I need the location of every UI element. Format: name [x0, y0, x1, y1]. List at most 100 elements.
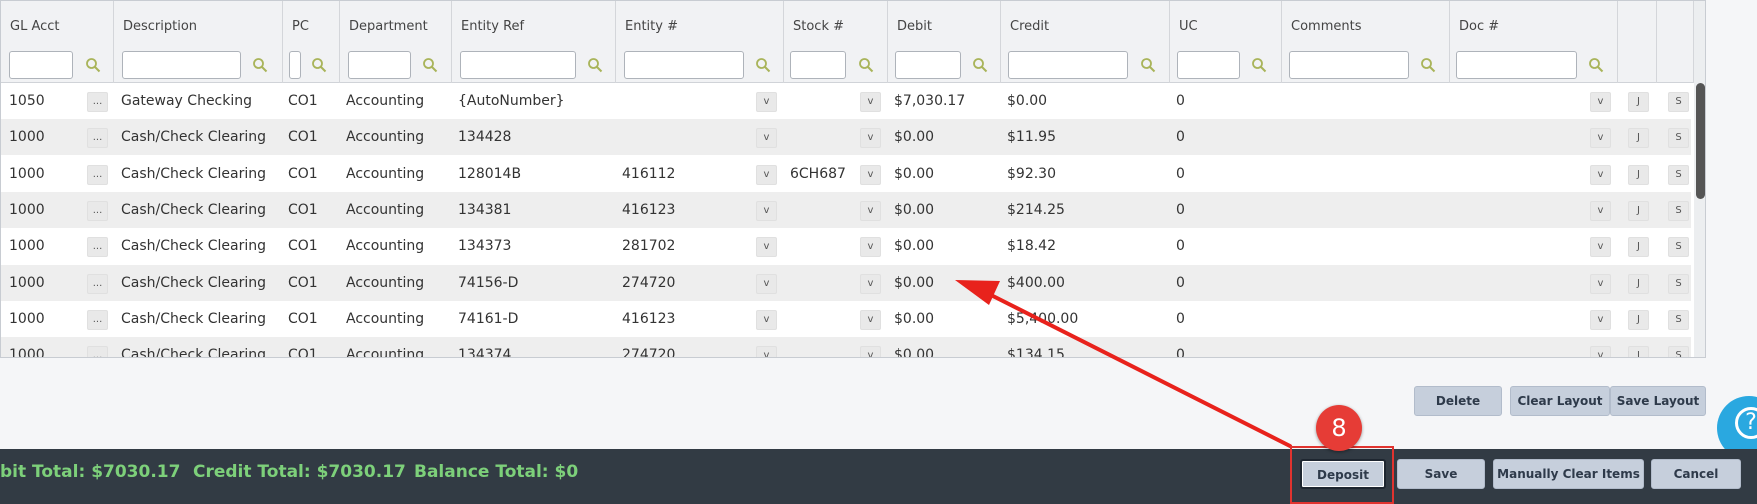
save-layout-button[interactable]: Save Layout [1610, 386, 1706, 416]
lookup-button[interactable]: ... [87, 92, 108, 112]
table-row[interactable]: 1000 ... Cash/Check Clearing CO1 Account… [1, 228, 1691, 265]
filter-input-entity-ref[interactable] [460, 51, 576, 79]
entity-dropdown-button[interactable]: v [756, 273, 777, 294]
column-header-comments[interactable]: Comments [1282, 1, 1450, 83]
table-row[interactable]: 1050 ... Gateway Checking CO1 Accounting… [1, 83, 1691, 119]
split-button[interactable]: S [1668, 273, 1689, 294]
doc-dropdown-button[interactable]: v [1590, 346, 1611, 357]
cell-entity-ref: 134428 [458, 129, 512, 146]
search-icon[interactable] [311, 57, 327, 73]
doc-dropdown-button[interactable]: v [1590, 309, 1611, 330]
search-icon[interactable] [1420, 57, 1436, 73]
split-button[interactable]: S [1668, 237, 1689, 258]
entity-dropdown-button[interactable]: v [756, 346, 777, 357]
entity-dropdown-button[interactable]: v [756, 237, 777, 258]
filter-input-debit[interactable] [895, 51, 961, 79]
column-header-credit[interactable]: Credit [1001, 1, 1170, 83]
split-button[interactable]: S [1668, 309, 1689, 330]
column-header-stock-number[interactable]: Stock # [784, 1, 888, 83]
split-button[interactable]: S [1668, 128, 1689, 149]
stock-dropdown-button[interactable]: v [860, 128, 881, 149]
filter-input-description[interactable] [122, 51, 241, 79]
table-row[interactable]: 1000 ... Cash/Check Clearing CO1 Account… [1, 119, 1691, 156]
table-row[interactable]: 1000 ... Cash/Check Clearing CO1 Account… [1, 300, 1691, 337]
manually-clear-items-button[interactable]: Manually Clear Items [1493, 459, 1644, 489]
entity-dropdown-button[interactable]: v [756, 92, 777, 112]
doc-dropdown-button[interactable]: v [1590, 273, 1611, 294]
table-row[interactable]: 1000 ... Cash/Check Clearing CO1 Account… [1, 264, 1691, 301]
stock-dropdown-button[interactable]: v [860, 237, 881, 258]
stock-dropdown-button[interactable]: v [860, 346, 881, 357]
column-header-description[interactable]: Description [114, 1, 283, 83]
search-icon[interactable] [252, 57, 268, 73]
filter-input-department[interactable] [348, 51, 411, 79]
lookup-button[interactable]: ... [87, 200, 108, 221]
clear-layout-button[interactable]: Clear Layout [1510, 386, 1610, 416]
doc-dropdown-button[interactable]: v [1590, 237, 1611, 258]
doc-dropdown-button[interactable]: v [1590, 164, 1611, 185]
filter-input-pc[interactable] [289, 51, 301, 79]
search-icon[interactable] [1140, 57, 1156, 73]
column-header-doc-number[interactable]: Doc # [1450, 1, 1618, 83]
column-header-uc[interactable]: UC [1170, 1, 1282, 83]
filter-input-entity-number[interactable] [624, 51, 744, 79]
save-button[interactable]: Save [1397, 459, 1485, 489]
lookup-button[interactable]: ... [87, 237, 108, 258]
split-button[interactable]: S [1668, 164, 1689, 185]
filter-input-gl-acct[interactable] [9, 51, 73, 79]
stock-dropdown-button[interactable]: v [860, 92, 881, 112]
split-button[interactable]: S [1668, 92, 1689, 112]
column-header-debit[interactable]: Debit [888, 1, 1001, 83]
cancel-button[interactable]: Cancel [1651, 459, 1741, 489]
entity-dropdown-button[interactable]: v [756, 128, 777, 149]
search-icon[interactable] [755, 57, 771, 73]
journal-button[interactable]: J [1628, 128, 1649, 149]
split-button[interactable]: S [1668, 346, 1689, 357]
filter-input-comments[interactable] [1289, 51, 1409, 79]
stock-dropdown-button[interactable]: v [860, 273, 881, 294]
doc-dropdown-button[interactable]: v [1590, 128, 1611, 149]
filter-input-doc-number[interactable] [1456, 51, 1577, 79]
lookup-button[interactable]: ... [87, 128, 108, 149]
entity-dropdown-button[interactable]: v [756, 200, 777, 221]
column-header-entity-ref[interactable]: Entity Ref [452, 1, 616, 83]
journal-button[interactable]: J [1628, 346, 1649, 357]
journal-button[interactable]: J [1628, 273, 1649, 294]
journal-button[interactable]: J [1628, 164, 1649, 185]
search-icon[interactable] [422, 57, 438, 73]
table-row[interactable]: 1000 ... Cash/Check Clearing CO1 Account… [1, 155, 1691, 192]
search-icon[interactable] [1251, 57, 1267, 73]
column-header-department[interactable]: Department [340, 1, 452, 83]
scrollbar-thumb[interactable] [1696, 83, 1705, 199]
doc-dropdown-button[interactable]: v [1590, 200, 1611, 221]
filter-input-credit[interactable] [1008, 51, 1128, 79]
table-row[interactable]: 1000 ... Cash/Check Clearing CO1 Account… [1, 191, 1691, 228]
search-icon[interactable] [972, 57, 988, 73]
lookup-button[interactable]: ... [87, 273, 108, 294]
entity-dropdown-button[interactable]: v [756, 309, 777, 330]
search-icon[interactable] [85, 57, 101, 73]
filter-input-uc[interactable] [1177, 51, 1240, 79]
table-row[interactable]: 1000 ... Cash/Check Clearing CO1 Account… [1, 337, 1691, 357]
search-icon[interactable] [587, 57, 603, 73]
filter-input-stock-number[interactable] [790, 51, 846, 79]
journal-button[interactable]: J [1628, 309, 1649, 330]
stock-dropdown-button[interactable]: v [860, 309, 881, 330]
entity-dropdown-button[interactable]: v [756, 164, 777, 185]
lookup-button[interactable]: ... [87, 346, 108, 357]
doc-dropdown-button[interactable]: v [1590, 92, 1611, 112]
search-icon[interactable] [1588, 57, 1604, 73]
column-header-pc[interactable]: PC [283, 1, 340, 83]
search-icon[interactable] [858, 57, 874, 73]
journal-button[interactable]: J [1628, 200, 1649, 221]
lookup-button[interactable]: ... [87, 309, 108, 330]
split-button[interactable]: S [1668, 200, 1689, 221]
column-header-gl-acct[interactable]: GL Acct [1, 1, 114, 83]
stock-dropdown-button[interactable]: v [860, 164, 881, 185]
column-header-entity-number[interactable]: Entity # [616, 1, 784, 83]
stock-dropdown-button[interactable]: v [860, 200, 881, 221]
delete-button[interactable]: Delete [1414, 386, 1502, 416]
journal-button[interactable]: J [1628, 237, 1649, 258]
lookup-button[interactable]: ... [87, 164, 108, 185]
journal-button[interactable]: J [1628, 92, 1649, 112]
